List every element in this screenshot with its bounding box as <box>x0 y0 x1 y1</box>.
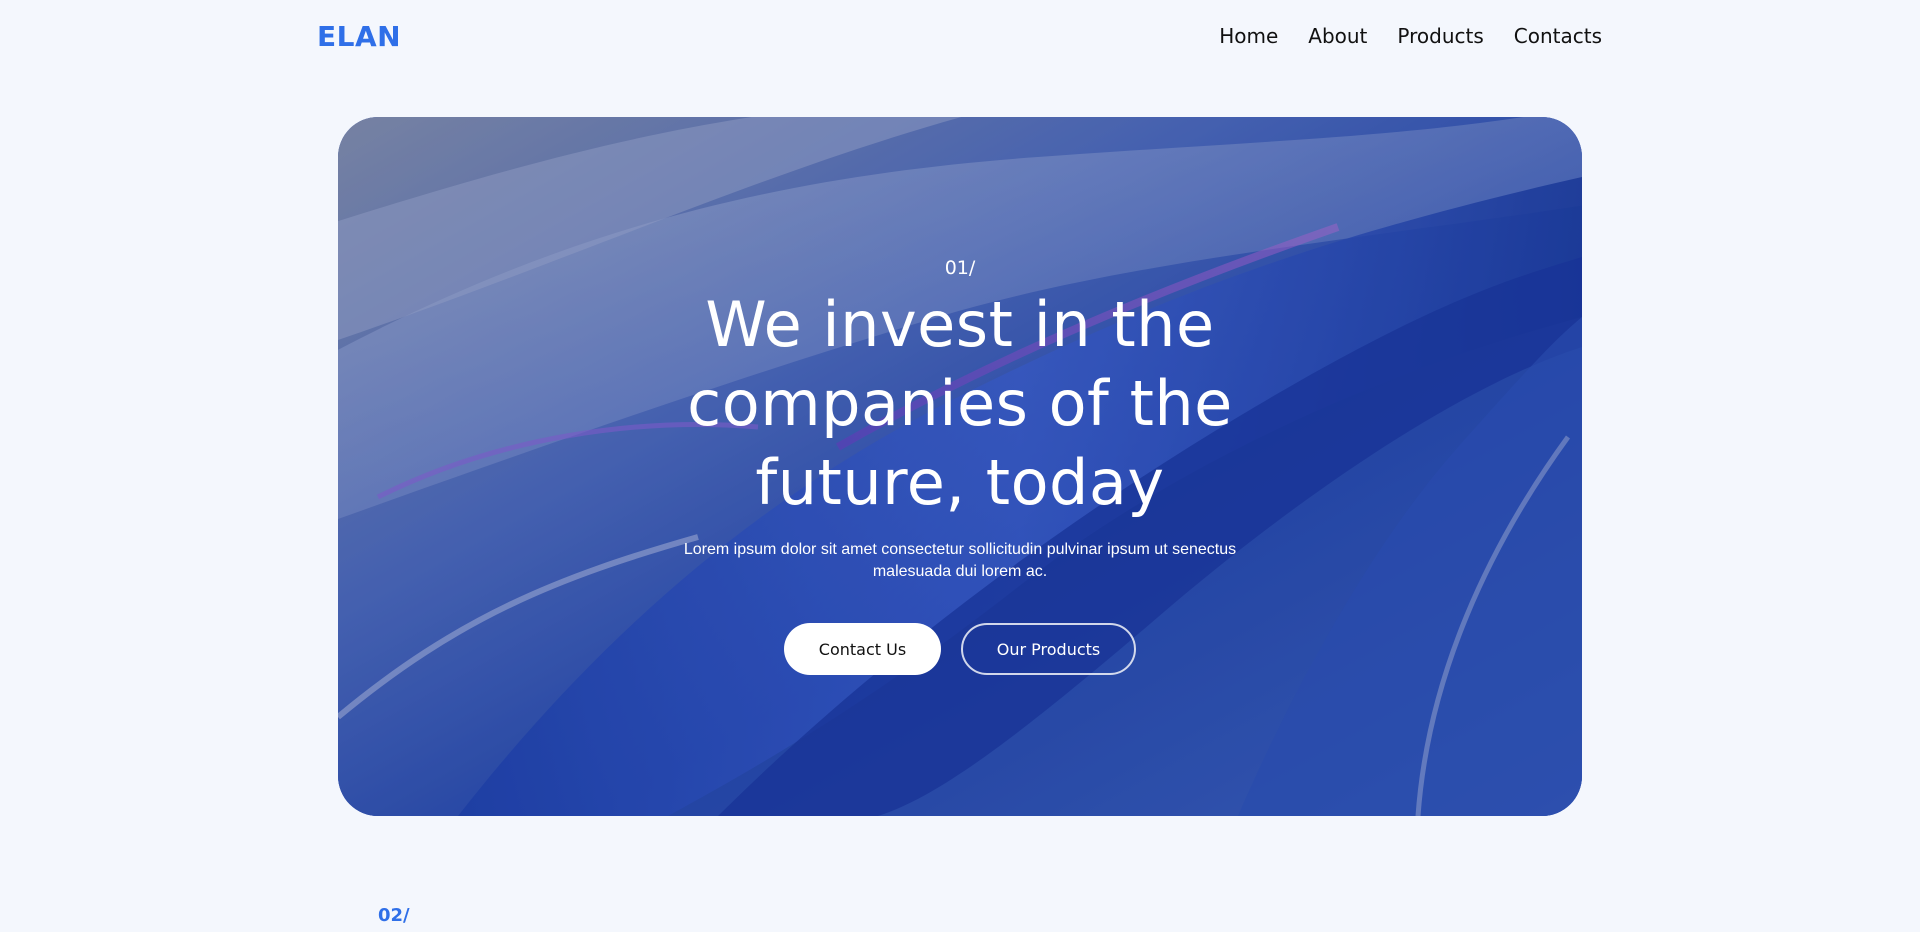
our-products-button[interactable]: Our Products <box>961 623 1136 675</box>
next-section-number: 02/ <box>378 905 410 926</box>
nav-home[interactable]: Home <box>1219 24 1278 48</box>
nav-products[interactable]: Products <box>1397 24 1483 48</box>
hero-subtext: Lorem ipsum dolor sit amet consectetur s… <box>683 541 1237 580</box>
hero-banner: 01/ We invest in the companies of the fu… <box>338 117 1582 816</box>
nav-about[interactable]: About <box>1308 24 1367 48</box>
hero-content: 01/ We invest in the companies of the fu… <box>338 117 1582 816</box>
logo[interactable]: ELAN <box>317 20 401 53</box>
main-nav: Home About Products Contacts <box>1219 24 1602 48</box>
contact-us-button[interactable]: Contact Us <box>784 623 941 675</box>
hero-headline: We invest in the companies of the future… <box>687 288 1233 519</box>
section-number: 01/ <box>944 257 976 279</box>
nav-contacts[interactable]: Contacts <box>1514 24 1602 48</box>
site-header: ELAN Home About Products Contacts <box>0 0 1920 78</box>
